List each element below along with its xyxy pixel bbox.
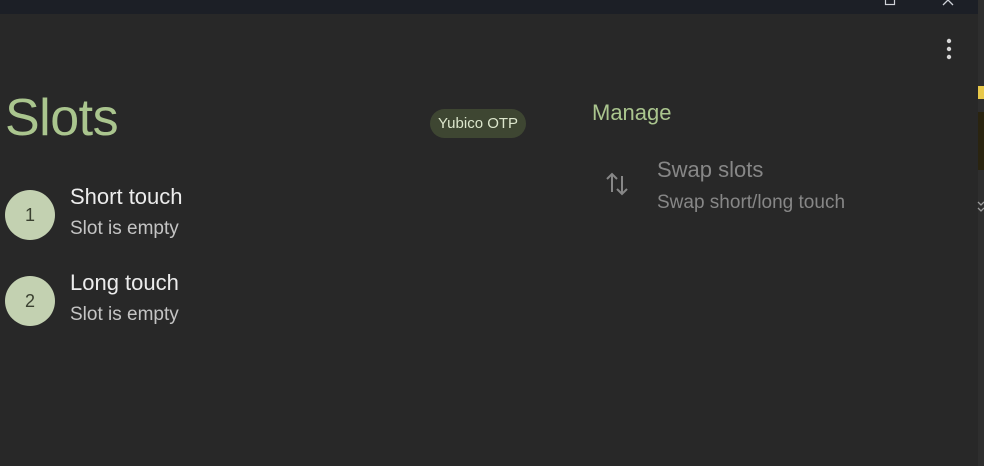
adjacent-window-edge [978, 0, 984, 466]
swap-slots-action[interactable]: Swap slots Swap short/long touch [592, 154, 932, 220]
window-title-bar [0, 0, 978, 14]
slot-number-avatar: 2 [5, 276, 55, 326]
swap-vert-icon [604, 168, 630, 200]
manage-heading: Manage [592, 100, 672, 125]
slot-number: 2 [24, 290, 35, 311]
slot-subtitle: Slot is empty [70, 218, 179, 239]
app-content: Slots Yubico OTP 1 Short touch Slot is e… [0, 14, 978, 466]
chevron-down-icon [977, 198, 984, 218]
more-vert-icon[interactable] [934, 34, 964, 64]
slot-short-touch[interactable]: 1 Short touch Slot is empty [5, 184, 405, 250]
close-icon[interactable] [940, 0, 956, 7]
slot-subtitle: Slot is empty [70, 304, 179, 325]
slot-long-touch[interactable]: 2 Long touch Slot is empty [5, 270, 405, 336]
slot-title: Long touch [70, 270, 179, 295]
action-subtitle: Swap short/long touch [657, 192, 846, 213]
slot-number-avatar: 1 [5, 190, 55, 240]
chip-label: Yubico OTP [438, 115, 519, 132]
page-title: Slots [5, 89, 119, 147]
restore-icon[interactable] [882, 0, 898, 7]
edge-dark-block [978, 112, 984, 170]
yubico-otp-chip[interactable]: Yubico OTP [430, 109, 527, 138]
slot-number: 1 [24, 204, 35, 225]
edge-accent [978, 86, 984, 99]
slot-title: Short touch [70, 184, 183, 209]
action-title: Swap slots [657, 157, 764, 182]
